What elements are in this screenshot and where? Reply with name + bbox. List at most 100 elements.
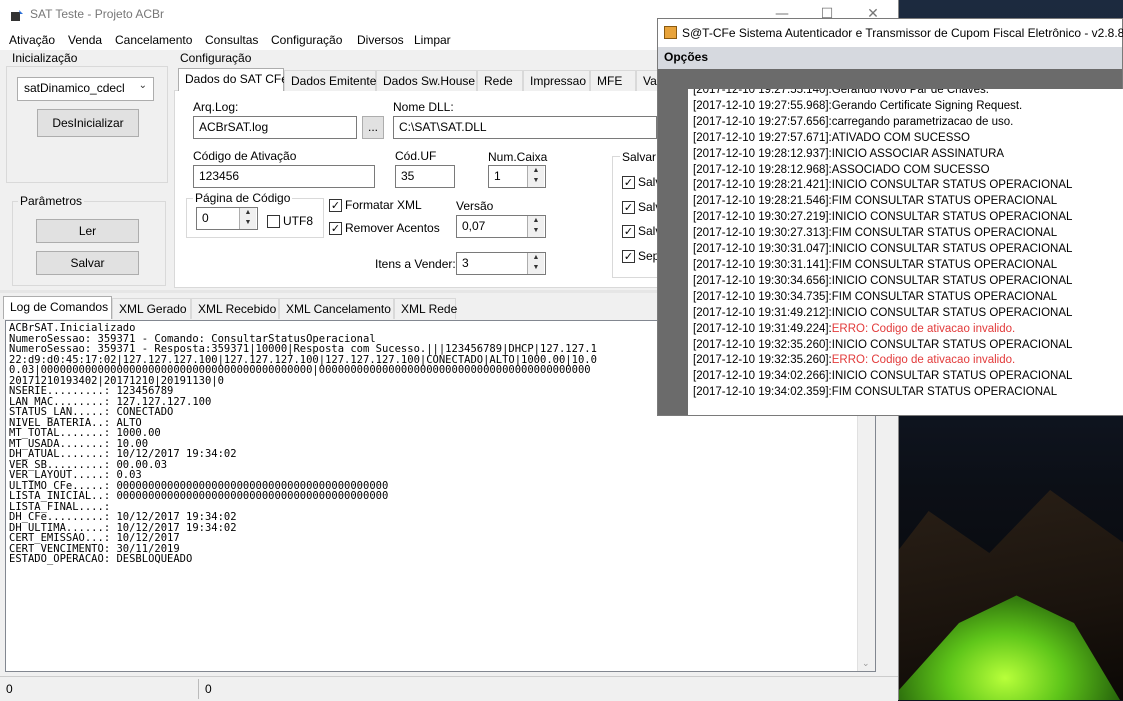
sat-log-line-text: [2017-12-10 19:30:34.735]:FIM CONSULTAR … <box>693 290 1058 303</box>
sat-log[interactable]: [2017-12-10 19:27:55.140]:Gerando Novo P… <box>688 89 1123 415</box>
tab-mfe[interactable]: MFE <box>590 70 636 91</box>
sat-log-line: [2017-12-10 19:30:31.047]:INICIO CONSULT… <box>688 242 1123 258</box>
salvar-checkbox-4[interactable]: ✓ <box>622 250 635 263</box>
sat-log-line-text: [2017-12-10 19:34:02.266]:INICIO CONSULT… <box>693 370 1073 383</box>
sat-log-line: [2017-12-10 19:30:34.656]:INICIO CONSULT… <box>688 274 1123 290</box>
sat-log-line: [2017-12-10 19:32:35.260]:ERRO: Codigo d… <box>688 353 1123 369</box>
tab-xml-gerado[interactable]: XML Gerado <box>112 298 191 319</box>
inicializacao-label: Inicialização <box>12 51 78 65</box>
num-caixa-field[interactable]: 1 ▲ ▼ <box>488 165 546 188</box>
menu-limpar[interactable]: Limpar <box>414 33 451 47</box>
sat-title-bar: S@T-CFe Sistema Autenticador e Transmiss… <box>658 19 1123 47</box>
sat-log-line: [2017-12-10 19:31:49.224]:ERRO: Codigo d… <box>688 322 1123 338</box>
status-divider <box>198 679 199 699</box>
menu-venda[interactable]: Venda <box>68 33 102 47</box>
java-icon <box>664 26 677 39</box>
chevron-down-icon: ⌄ <box>138 80 147 91</box>
sat-log-line: [2017-12-10 19:28:12.968]:ASSOCIADO COM … <box>688 163 1123 179</box>
sat-window: S@T-CFe Sistema Autenticador e Transmiss… <box>657 18 1123 416</box>
model-select[interactable]: satDinamico_cdecl ⌄ <box>17 77 154 101</box>
menu-diversos[interactable]: Diversos <box>357 33 404 47</box>
sat-log-line: [2017-12-10 19:28:21.546]:FIM CONSULTAR … <box>688 194 1123 210</box>
pagina-codigo-field[interactable]: 0 ▲ ▼ <box>196 207 258 230</box>
sat-log-line: [2017-12-10 19:30:34.735]:FIM CONSULTAR … <box>688 290 1123 306</box>
formatar-xml-label: Formatar XML <box>345 198 422 212</box>
sat-log-line-text: [2017-12-10 19:32:35.260]:INICIO CONSULT… <box>693 338 1073 351</box>
sat-log-line-text: [2017-12-10 19:31:49.224]: <box>693 322 832 335</box>
sat-log-line: [2017-12-10 19:30:27.219]:INICIO CONSULT… <box>688 210 1123 226</box>
menu-ativacao[interactable]: Ativação <box>9 33 55 47</box>
sat-window-title: S@T-CFe Sistema Autenticador e Transmiss… <box>682 26 1123 40</box>
sat-log-line-text: [2017-12-10 19:31:49.212]:INICIO CONSULT… <box>693 306 1073 319</box>
save-button[interactable]: Salvar <box>36 251 139 275</box>
tab-log-comandos[interactable]: Log de Comandos <box>3 296 112 319</box>
sat-log-line-text: [2017-12-10 19:30:27.219]:INICIO CONSULT… <box>693 211 1073 224</box>
itens-vender-field[interactable]: 3 ▲ ▼ <box>456 252 546 275</box>
salvar-checkbox-3[interactable]: ✓ <box>622 225 635 238</box>
salvar-checkbox-1[interactable]: ✓ <box>622 176 635 189</box>
window-title: SAT Teste - Projeto ACBr <box>30 7 165 21</box>
sat-log-line-text: [2017-12-10 19:30:31.141]:FIM CONSULTAR … <box>693 258 1058 271</box>
remover-acentos-label: Remover Acentos <box>345 221 440 235</box>
deinit-button[interactable]: DesInicializar <box>37 109 139 137</box>
app-icon <box>11 10 23 21</box>
sat-log-line-text: [2017-12-10 19:27:57.671]:ATIVADO COM SU… <box>693 131 970 144</box>
menu-consultas[interactable]: Consultas <box>205 33 258 47</box>
sat-log-line-text: [2017-12-10 19:30:27.313]:FIM CONSULTAR … <box>693 227 1058 240</box>
pagina-codigo-spinner[interactable]: ▲ ▼ <box>239 208 256 229</box>
tab-impressao[interactable]: Impressao <box>523 70 590 91</box>
itens-vender-spinner[interactable]: ▲ ▼ <box>527 253 544 274</box>
sat-log-line: [2017-12-10 19:28:21.421]:INICIO CONSULT… <box>688 178 1123 194</box>
tab-rede[interactable]: Rede <box>477 70 523 91</box>
itens-vender-value: 3 <box>462 256 469 270</box>
nome-dll-field[interactable]: C:\SAT\SAT.DLL <box>393 116 657 139</box>
tab-xml-cancelamento[interactable]: XML Cancelamento <box>279 298 394 319</box>
read-button[interactable]: Ler <box>36 219 139 243</box>
cod-uf-label: Cód.UF <box>395 149 437 163</box>
remover-acentos-checkbox[interactable]: ✓ <box>329 222 342 235</box>
sat-log-line-text: [2017-12-10 19:34:02.359]:FIM CONSULTAR … <box>693 386 1058 399</box>
sat-log-line-text: [2017-12-10 19:28:21.421]:INICIO CONSULT… <box>693 179 1073 192</box>
tab-dados-swhouse[interactable]: Dados Sw.House <box>376 70 477 91</box>
tab-xml-recebido[interactable]: XML Recebido <box>191 298 279 319</box>
codigo-ativacao-field[interactable]: 123456 <box>193 165 375 188</box>
sat-log-line-text: [2017-12-10 19:28:12.937]:INICIO ASSOCIA… <box>693 147 1005 160</box>
arq-log-label: Arq.Log: <box>193 100 239 114</box>
cod-uf-field[interactable]: 35 <box>395 165 455 188</box>
menu-configuracao[interactable]: Configuração <box>271 33 342 47</box>
sat-menu-opcoes[interactable]: Opções <box>664 50 708 64</box>
status-left: 0 <box>6 682 13 696</box>
sat-log-line-text: [2017-12-10 19:27:55.968]:Gerando Certif… <box>693 99 1023 112</box>
menu-cancelamento[interactable]: Cancelamento <box>115 33 192 47</box>
pagina-codigo-value: 0 <box>202 211 209 225</box>
sat-log-line: [2017-12-10 19:34:02.266]:INICIO CONSULT… <box>688 369 1123 385</box>
sat-log-line: [2017-12-10 19:30:31.141]:FIM CONSULTAR … <box>688 258 1123 274</box>
sat-log-error-text: ERRO: Codigo de ativacao invalido. <box>831 322 1016 335</box>
tab-dados-emitente[interactable]: Dados Emitente <box>284 70 376 91</box>
sat-log-line: [2017-12-10 19:27:55.968]:Gerando Certif… <box>688 99 1123 115</box>
utf8-label: UTF8 <box>283 214 313 228</box>
sat-log-line-text: [2017-12-10 19:32:35.260]: <box>693 354 832 367</box>
status-right: 0 <box>205 682 212 696</box>
status-bar: 0 0 <box>0 676 898 701</box>
versao-field[interactable]: 0,07 ▲ ▼ <box>456 215 546 238</box>
sat-menu-bar: Opções <box>658 47 1122 69</box>
sat-log-line: [2017-12-10 19:27:55.140]:Gerando Novo P… <box>688 89 1123 99</box>
num-caixa-value: 1 <box>494 169 501 183</box>
model-select-value: satDinamico_cdecl <box>24 81 125 95</box>
configuracao-label: Configuração <box>180 51 252 65</box>
tab-xml-rede[interactable]: XML Rede <box>394 298 457 319</box>
tab-dados-sat[interactable]: Dados do SAT CFe <box>178 68 288 91</box>
salvar-checkbox-2[interactable]: ✓ <box>622 201 635 214</box>
sat-log-line-text: [2017-12-10 19:30:34.656]:INICIO CONSULT… <box>693 274 1073 287</box>
versao-spinner[interactable]: ▲ ▼ <box>527 216 544 237</box>
sat-log-line: [2017-12-10 19:27:57.671]:ATIVADO COM SU… <box>688 131 1123 147</box>
num-caixa-spinner[interactable]: ▲ ▼ <box>527 166 544 187</box>
codigo-ativacao-label: Código de Ativação <box>193 149 297 163</box>
sat-log-line-text: [2017-12-10 19:27:57.656]:carregando par… <box>693 115 1014 128</box>
scroll-down-icon[interactable]: ⌄ <box>862 659 870 669</box>
formatar-xml-checkbox[interactable]: ✓ <box>329 199 342 212</box>
arq-log-field[interactable]: ACBrSAT.log <box>193 116 357 139</box>
utf8-checkbox[interactable] <box>267 215 280 228</box>
browse-button[interactable]: ... <box>362 116 384 139</box>
